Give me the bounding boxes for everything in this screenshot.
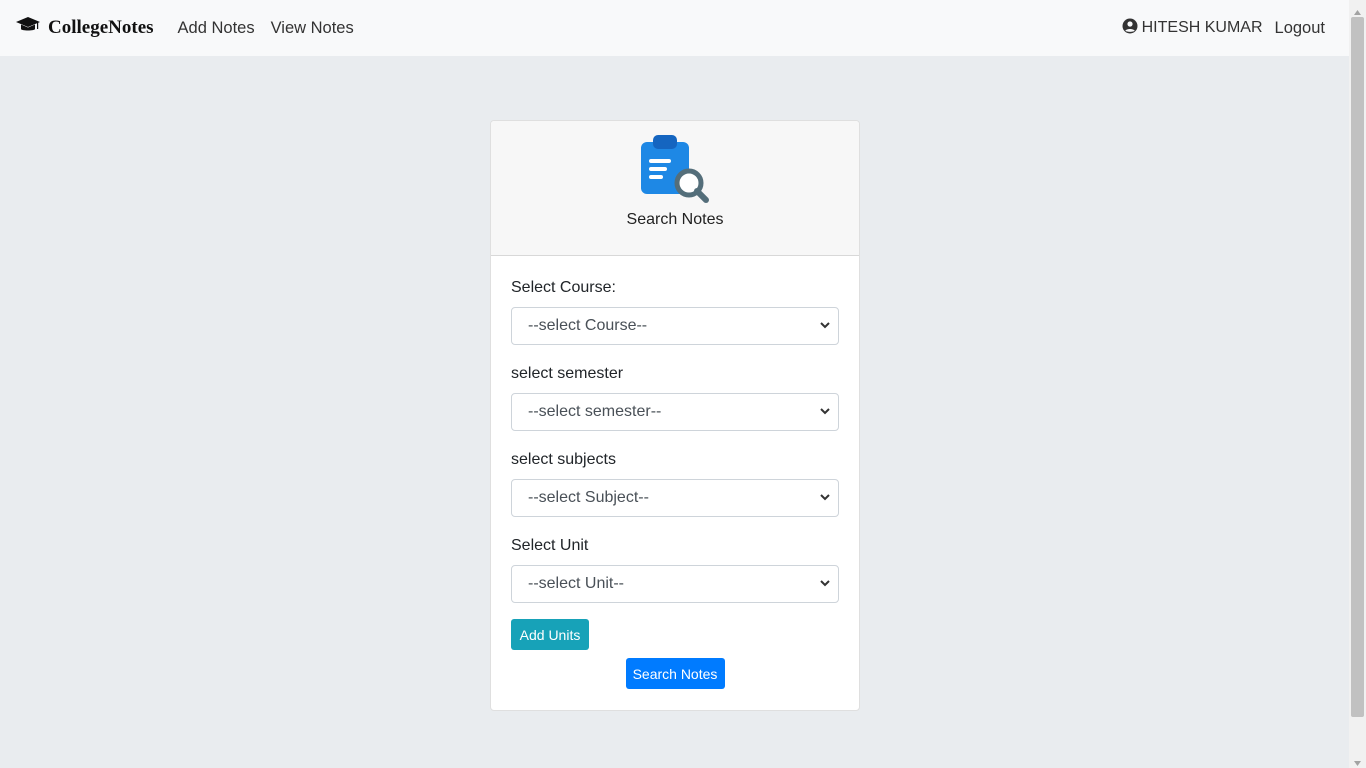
user-circle-icon — [1122, 18, 1138, 39]
semester-select[interactable]: --select semester-- — [511, 393, 839, 431]
subject-select[interactable]: --select Subject-- — [511, 479, 839, 517]
unit-select-value: --select Unit-- — [528, 575, 625, 592]
scroll-down-icon[interactable] — [1353, 755, 1362, 766]
nav-add-notes[interactable]: Add Notes — [170, 19, 263, 38]
course-label: Select Course: — [511, 279, 616, 296]
navbar: CollegeNotes Add Notes View Notes HITESH… — [0, 0, 1349, 56]
vertical-scrollbar[interactable] — [1349, 0, 1366, 768]
chevron-down-icon — [820, 317, 830, 335]
chevron-down-icon — [820, 575, 830, 593]
card-title: Search Notes — [626, 211, 724, 228]
course-select-value: --select Course-- — [528, 317, 648, 334]
chevron-down-icon — [820, 403, 830, 421]
brand-name: CollegeNotes — [48, 17, 154, 38]
course-select[interactable]: --select Course-- — [511, 307, 839, 345]
search-notes-icon — [639, 133, 711, 210]
semester-select-value: --select semester-- — [528, 403, 662, 420]
scroll-up-icon[interactable] — [1353, 4, 1362, 15]
unit-select[interactable]: --select Unit-- — [511, 565, 839, 603]
nav-right: HITESH KUMAR Logout — [1122, 18, 1333, 39]
subject-select-value: --select Subject-- — [528, 489, 649, 506]
search-notes-card: Search Notes Select Course: --select Cou… — [490, 120, 860, 711]
scrollbar-thumb[interactable] — [1351, 17, 1364, 717]
card-header: Search Notes — [491, 121, 859, 256]
unit-label: Select Unit — [511, 537, 589, 554]
card-body: Select Course: --select Course-- select … — [491, 279, 859, 689]
graduation-cap-icon — [16, 16, 40, 40]
semester-label: select semester — [511, 365, 624, 382]
search-notes-button[interactable]: Search Notes — [625, 658, 725, 689]
user-name: HITESH KUMAR — [1141, 19, 1263, 36]
user-menu[interactable]: HITESH KUMAR — [1122, 18, 1263, 39]
subjects-label: select subjects — [511, 451, 616, 468]
logout-link[interactable]: Logout — [1275, 19, 1325, 38]
search-button-wrap: Search Notes — [511, 658, 839, 689]
add-units-button[interactable]: Add Units — [511, 619, 589, 650]
nav-view-notes[interactable]: View Notes — [263, 19, 362, 38]
chevron-down-icon — [820, 489, 830, 507]
brand-link[interactable]: CollegeNotes — [16, 16, 154, 40]
